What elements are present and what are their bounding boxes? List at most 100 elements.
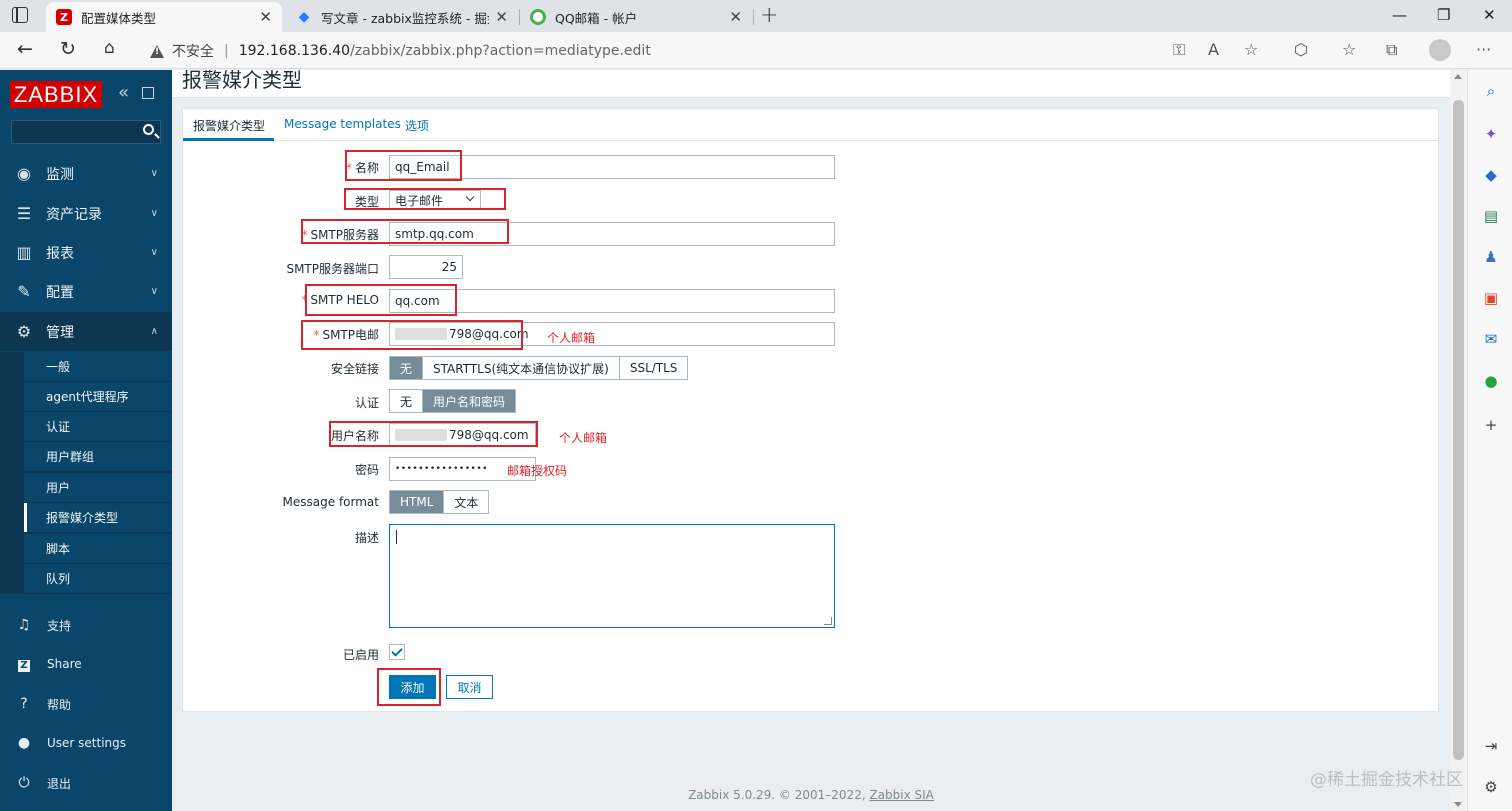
reload-icon[interactable]: ↻ [60, 38, 76, 60]
profile-avatar[interactable] [1429, 39, 1451, 61]
address-bar[interactable]: 不安全 | 192.168.136.40 /zabbix/zabbix.php?… [150, 39, 651, 63]
menu-label: 监测 [46, 166, 74, 183]
close-icon[interactable]: ✕ [259, 8, 272, 26]
format-option-text[interactable]: 文本 [444, 491, 489, 513]
security-option-none[interactable]: 无 [390, 357, 424, 379]
submenu-item-authentication[interactable]: 认证 [24, 412, 172, 441]
enabled-checkbox[interactable] [389, 644, 405, 660]
close-icon[interactable]: ✕ [729, 8, 742, 26]
sidebar-item-label: 退出 [47, 776, 72, 791]
submenu-item-media-types[interactable]: 报警媒介类型 [24, 503, 172, 532]
headset-icon: ♫ [17, 617, 31, 633]
auth-option-password[interactable]: 用户名和密码 [423, 390, 516, 412]
key-icon[interactable]: ⚿ [1173, 40, 1185, 60]
minimize-icon[interactable]: — [1392, 6, 1407, 24]
search-icon[interactable] [143, 124, 154, 135]
copilot-icon[interactable]: ✦ [1482, 125, 1500, 143]
submenu-item-proxies[interactable]: agent代理程序 [24, 382, 172, 411]
tab-media-type[interactable]: 报警媒介类型 [193, 117, 265, 134]
sidebar-item-help[interactable]: ? 帮助 [0, 686, 172, 722]
auth-label: 认证 [354, 396, 379, 410]
browser-tab-juejin[interactable]: ◆ 写文章 - zabbix监控系统 - 掘金 ✕ [286, 2, 518, 32]
scroll-up-icon[interactable] [1454, 74, 1462, 79]
tab-actions-icon[interactable] [12, 7, 28, 23]
read-aloud-icon[interactable]: A [1208, 40, 1219, 59]
highlight-box-type [344, 188, 506, 210]
new-tab-icon[interactable]: + [760, 3, 778, 28]
menu-configuration[interactable]: ✎ 配置 ∨ [0, 272, 172, 311]
scrollbar-thumb[interactable] [1453, 100, 1464, 760]
games-icon[interactable]: ♟ [1482, 248, 1500, 266]
gear-icon: ⚙ [16, 322, 32, 341]
highlight-box-name [345, 150, 462, 181]
submenu-item-general[interactable]: 一般 [24, 352, 172, 381]
chevron-up-icon: ∧ [150, 326, 158, 337]
menu-administration[interactable]: ⚙ 管理 ∧ [0, 312, 172, 351]
highlight-box-smtp-server [301, 219, 509, 244]
submenu-item-queue[interactable]: 队列 [24, 564, 172, 593]
juejin-icon: ◆ [298, 9, 310, 25]
tab-message-templates[interactable]: Message templates [284, 117, 401, 131]
settings-icon[interactable]: ⚙ [1482, 778, 1500, 796]
tab-options[interactable]: 选项 [405, 117, 429, 134]
chevron-down-icon: ∨ [150, 208, 158, 219]
security-option-starttls[interactable]: STARTTLS(纯文本通信协议扩展) [423, 357, 620, 379]
zabbix-logo[interactable]: ZABBIX [10, 81, 102, 108]
page-footer: Zabbix 5.0.29. © 2001–2022, Zabbix SIA [172, 788, 1450, 802]
sidebar-item-share[interactable]: Z Share [0, 646, 172, 682]
add-favorite-icon[interactable]: ☆ [1244, 40, 1258, 59]
sidebar-item-support[interactable]: ♫ 支持 [0, 607, 172, 643]
kiosk-mode-icon[interactable] [142, 87, 154, 99]
menu-reports[interactable]: ▥ 报表 ∨ [0, 233, 172, 272]
tab-title: 写文章 - zabbix监控系统 - 掘金 [321, 10, 490, 26]
scroll-down-icon[interactable] [1454, 802, 1462, 807]
shopping-tag-icon[interactable]: ◆ [1482, 166, 1500, 184]
sidebar-item-user-settings[interactable]: ● User settings [0, 725, 172, 761]
restore-icon[interactable]: ❐ [1437, 6, 1450, 24]
menu-label: 报表 [46, 245, 74, 262]
page-scrollbar[interactable] [1450, 70, 1467, 811]
format-option-html[interactable]: HTML [390, 491, 445, 513]
smtp-port-input[interactable]: 25 [389, 255, 463, 279]
footer-link[interactable]: Zabbix SIA [869, 788, 933, 802]
security-label: 安全链接 [330, 362, 379, 376]
auth-option-none[interactable]: 无 [390, 390, 424, 412]
tools-icon[interactable]: ▤ [1482, 207, 1500, 225]
media-type-form-card: 报警媒介类型 Message templates 选项 * 名称 qq_Email… [182, 108, 1439, 712]
collections-icon[interactable]: ⧉ [1386, 40, 1397, 60]
url-path: /zabbix/zabbix.php?action=mediatype.edit [350, 43, 651, 59]
highlight-box-add-button [377, 668, 441, 706]
close-icon[interactable]: ✕ [495, 8, 508, 26]
menu-monitoring[interactable]: ◉ 监测 ∨ [0, 154, 172, 193]
browser-tab-zabbix[interactable]: Z 配置媒体类型 ✕ [46, 2, 282, 32]
description-textarea[interactable] [389, 524, 835, 628]
outlook-icon[interactable]: ✉ [1482, 330, 1500, 348]
cancel-button[interactable]: 取消 [446, 675, 493, 699]
add-icon[interactable]: + [1482, 416, 1500, 434]
office-icon[interactable]: ▣ [1482, 289, 1500, 307]
sidebar-search-input[interactable] [11, 120, 161, 144]
submenu-item-user-groups[interactable]: 用户群组 [24, 442, 172, 471]
submenu-item-users[interactable]: 用户 [24, 473, 172, 502]
browser-tab-qqmail[interactable]: QQ邮箱 - 帐户 ✕ [520, 2, 752, 32]
back-icon[interactable]: ← [17, 38, 33, 60]
favorites-icon[interactable]: ☆ [1342, 40, 1356, 59]
extensions-icon[interactable]: ⬡ [1294, 40, 1308, 59]
resize-handle-icon[interactable] [824, 617, 832, 625]
whatsapp-icon[interactable]: ● [1482, 372, 1500, 390]
help-icon: ? [20, 696, 28, 712]
window-close-icon[interactable]: ✕ [1483, 6, 1496, 24]
home-icon[interactable]: ⌂ [104, 38, 115, 58]
active-tab-indicator [183, 138, 274, 141]
sidebar-item-signout[interactable]: ⏻ 退出 [0, 765, 172, 801]
collapse-sidebar-icon[interactable]: « [118, 82, 129, 103]
edge-sidebar: ⌕ ✦ ◆ ▤ ♟ ▣ ✉ ● + ⇥ ⚙ [1467, 70, 1512, 811]
menu-inventory[interactable]: ☰ 资产记录 ∨ [0, 194, 172, 233]
highlight-box-smtp-email [301, 320, 523, 350]
more-icon[interactable]: ··· [1476, 40, 1491, 59]
security-option-ssl[interactable]: SSL/TLS [619, 357, 688, 379]
password-annotation: 邮箱授权码 [507, 464, 568, 478]
search-icon[interactable]: ⌕ [1482, 82, 1500, 100]
submenu-item-scripts[interactable]: 脚本 [24, 534, 172, 563]
hide-sidebar-icon[interactable]: ⇥ [1482, 737, 1500, 755]
